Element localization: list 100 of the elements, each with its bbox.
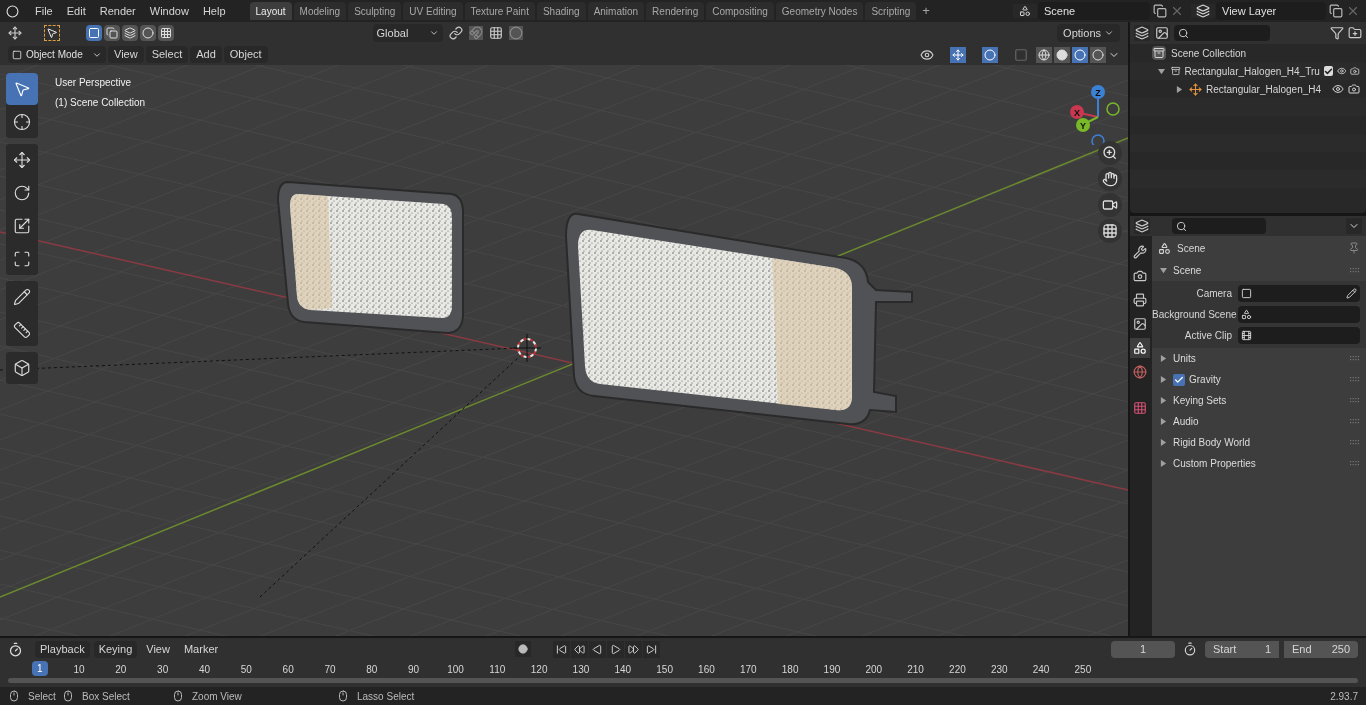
- playhead[interactable]: 1: [32, 661, 48, 676]
- visibility-icon[interactable]: [920, 47, 934, 62]
- collapsed-triangle-icon[interactable]: [1160, 397, 1167, 404]
- pin-icon[interactable]: [1348, 242, 1360, 254]
- menu-item[interactable]: Add: [190, 46, 222, 63]
- panel-header[interactable]: Units: [1173, 351, 1196, 366]
- jump-end-icon[interactable]: [643, 640, 661, 658]
- property-field[interactable]: [1238, 327, 1360, 344]
- pan-hand-icon[interactable]: [1098, 167, 1122, 191]
- scene-browse-icon[interactable]: [1013, 4, 1037, 18]
- property-field[interactable]: [1238, 285, 1360, 302]
- menu-item[interactable]: Marker: [178, 640, 224, 658]
- play-reverse-icon[interactable]: [589, 640, 607, 658]
- collapsed-triangle-icon[interactable]: [1160, 418, 1167, 425]
- select-box-tool[interactable]: [6, 73, 38, 105]
- jump-start-icon[interactable]: [553, 640, 571, 658]
- snap-icon[interactable]: [468, 26, 483, 40]
- collapsed-triangle-icon[interactable]: [1160, 460, 1167, 467]
- workspace-tab[interactable]: Shading: [536, 2, 586, 20]
- workspace-tab[interactable]: Modeling: [293, 2, 347, 20]
- options-dropdown[interactable]: Options: [1057, 24, 1120, 42]
- scene-field[interactable]: Scene: [1038, 2, 1150, 20]
- search-field[interactable]: [1172, 218, 1266, 234]
- panel-header[interactable]: Gravity: [1189, 372, 1221, 387]
- collapsed-triangle-icon[interactable]: [1176, 85, 1183, 93]
- view-layer-browse-icon[interactable]: [1191, 4, 1215, 18]
- menu-item[interactable]: View: [141, 640, 175, 658]
- workspace-tab[interactable]: Animation: [587, 2, 645, 20]
- start-frame-field[interactable]: Start 1: [1205, 640, 1279, 658]
- visibility-icon[interactable]: [1332, 83, 1344, 95]
- overlay-toggle-icon[interactable]: [982, 46, 998, 63]
- selection-mode-icon[interactable]: [140, 25, 156, 41]
- gizmo-toggle-icon[interactable]: [950, 46, 966, 63]
- add-workspace-button[interactable]: +: [918, 1, 934, 21]
- play-icon[interactable]: [607, 640, 625, 658]
- panel-header[interactable]: Audio: [1173, 414, 1199, 429]
- shading-mode-icon[interactable]: [1036, 46, 1052, 63]
- selection-mode-icon[interactable]: [122, 25, 138, 41]
- menu-item[interactable]: Window: [143, 1, 195, 21]
- pivot-icon[interactable]: [448, 26, 463, 40]
- shading-mode-icon[interactable]: [1072, 46, 1088, 63]
- preview-range-icon[interactable]: [1183, 642, 1197, 656]
- mode-dropdown[interactable]: Object Mode: [8, 46, 106, 63]
- previous-keyframe-icon[interactable]: [571, 640, 589, 658]
- property-field[interactable]: [1238, 306, 1360, 323]
- scrollbar[interactable]: [8, 678, 1358, 683]
- outliner-item[interactable]: Rectangular_Halogen_H4: [1206, 81, 1322, 97]
- grid-view-icon[interactable]: [1098, 219, 1122, 243]
- workspace-tab[interactable]: Layout: [249, 2, 292, 20]
- axis-handle[interactable]: X: [1070, 105, 1084, 119]
- workspace-tab[interactable]: Rendering: [646, 2, 705, 20]
- scene-tab[interactable]: [1130, 338, 1150, 358]
- render-camera-icon[interactable]: [1348, 83, 1360, 95]
- editor-type-icon[interactable]: [8, 26, 22, 40]
- search-field[interactable]: [1174, 25, 1270, 41]
- zoom-icon[interactable]: [1098, 141, 1122, 165]
- collapsed-triangle-icon[interactable]: [1160, 355, 1167, 362]
- add-cube-tool[interactable]: [6, 352, 38, 384]
- copy-icon[interactable]: [1329, 4, 1343, 18]
- selection-mode-icon[interactable]: [158, 25, 174, 41]
- current-frame-field[interactable]: 1: [1111, 640, 1175, 658]
- axis-handle[interactable]: Z: [1091, 85, 1105, 99]
- copy-icon[interactable]: [1153, 4, 1167, 18]
- expanded-triangle-icon[interactable]: [1158, 67, 1165, 75]
- menu-item[interactable]: Object: [223, 46, 268, 63]
- outliner-item[interactable]: Scene Collection: [1171, 45, 1247, 61]
- menu-item[interactable]: Playback: [35, 640, 90, 658]
- view-layer-field[interactable]: View Layer: [1216, 2, 1326, 20]
- workspace-tab[interactable]: Texture Paint: [464, 2, 535, 20]
- snap-target-icon[interactable]: [488, 26, 503, 40]
- workspace-tab[interactable]: Sculpting: [348, 2, 402, 20]
- menu-item[interactable]: Select: [145, 46, 189, 63]
- render-camera-icon[interactable]: [1350, 65, 1360, 77]
- panel-header[interactable]: Rigid Body World: [1173, 435, 1251, 450]
- display-mode-icon[interactable]: [1134, 25, 1150, 41]
- menu-item[interactable]: View: [108, 46, 144, 63]
- menu-item[interactable]: Edit: [60, 1, 92, 21]
- new-collection-icon[interactable]: [1348, 26, 1362, 40]
- visibility-icon[interactable]: [1336, 65, 1347, 77]
- shading-mode-icon[interactable]: [1054, 46, 1070, 63]
- camera-view-icon[interactable]: [1098, 193, 1122, 217]
- orientation-dropdown[interactable]: Global: [372, 24, 443, 42]
- workspace-tab[interactable]: UV Editing: [403, 2, 463, 20]
- outliner-item[interactable]: Rectangular_Halogen_H4_Tru: [1184, 63, 1320, 79]
- editor-type-icon[interactable]: [8, 641, 23, 657]
- panel-header[interactable]: Scene: [1173, 263, 1202, 278]
- record-icon[interactable]: [515, 641, 532, 657]
- selection-mode-icon[interactable]: [104, 25, 120, 41]
- editor-type-icon[interactable]: [1134, 218, 1150, 234]
- checkbox[interactable]: [1323, 66, 1333, 76]
- menu-item[interactable]: Help: [196, 1, 232, 21]
- active-tool-icon[interactable]: [44, 25, 60, 41]
- next-keyframe-icon[interactable]: [625, 640, 643, 658]
- menu-item[interactable]: Render: [93, 1, 142, 21]
- options-dropdown-icon[interactable]: [1346, 218, 1362, 234]
- collapsed-triangle-icon[interactable]: [1160, 439, 1167, 446]
- menu-item[interactable]: File: [29, 1, 59, 21]
- checkbox[interactable]: [1173, 373, 1185, 386]
- panel-header[interactable]: Custom Properties: [1173, 456, 1256, 471]
- workspace-tab[interactable]: Scripting: [865, 2, 917, 20]
